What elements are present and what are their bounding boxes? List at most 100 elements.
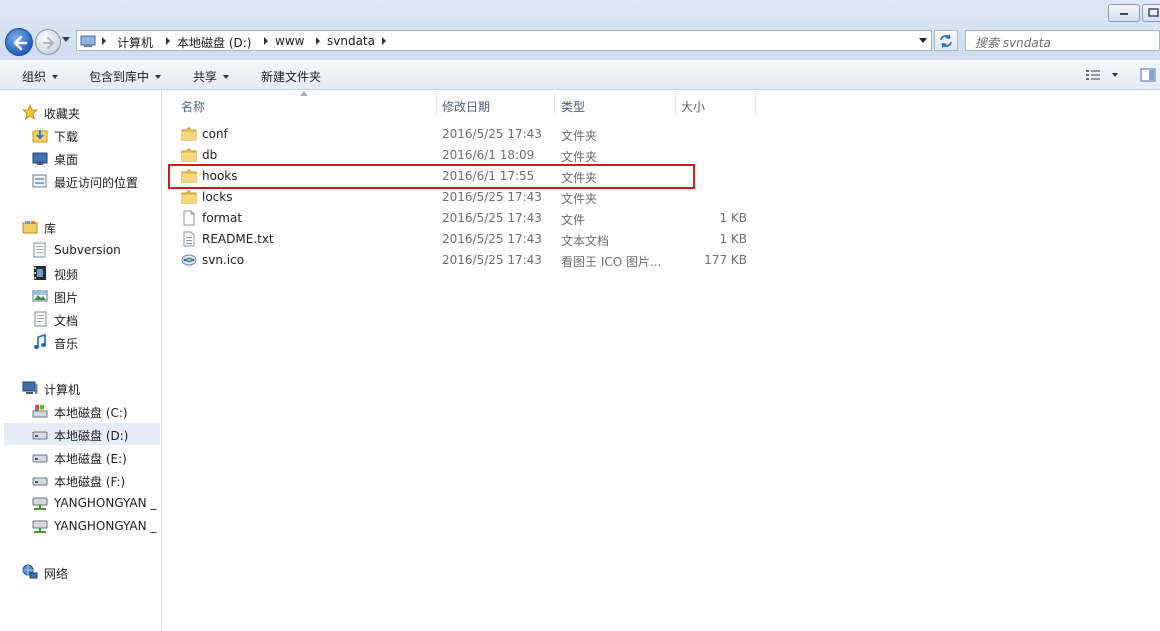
nav-item-subversion[interactable]: Subversion — [32, 239, 157, 261]
file-type: 文件 — [561, 213, 586, 227]
column-header-name[interactable]: 名称 — [181, 98, 205, 115]
nav-item-documents[interactable]: 文档 — [32, 308, 157, 330]
folder-icon — [181, 127, 197, 141]
file-row-locks[interactable]: locks 2016/5/25 17:43 文件夹 — [177, 187, 757, 208]
nav-item-music[interactable]: 音乐 — [32, 331, 157, 353]
back-button[interactable] — [5, 28, 33, 56]
view-dropdown-icon[interactable] — [1112, 73, 1118, 77]
nav-item-label: 视频 — [54, 268, 79, 282]
breadcrumb-item[interactable]: www — [275, 34, 304, 48]
star-icon — [22, 104, 38, 120]
hard-drive-icon — [32, 477, 48, 486]
new-folder-button[interactable]: 新建文件夹 — [261, 68, 321, 85]
nav-libraries-label: 库 — [44, 222, 57, 236]
file-row-format[interactable]: format 2016/5/25 17:43 文件 1 KB — [177, 208, 757, 229]
column-header-type[interactable]: 类型 — [561, 98, 585, 115]
recent-pages-dropdown[interactable] — [62, 37, 70, 42]
nav-network[interactable]: 网络 — [22, 561, 157, 583]
nav-item-drive-c[interactable]: 本地磁盘 (C:) — [32, 400, 157, 422]
column-divider[interactable] — [755, 93, 756, 115]
network-drive-icon — [32, 497, 48, 510]
breadcrumb-separator-icon[interactable] — [382, 37, 386, 45]
nav-item-label: 本地磁盘 (F:) — [54, 475, 126, 489]
arrow-left-icon — [13, 35, 28, 51]
minimize-button[interactable] — [1108, 4, 1140, 22]
navigation-pane: 收藏夹 下载 桌面 最近访问的位置 库 Subversion 视频 图片 文档 … — [0, 90, 162, 631]
breadcrumb-separator-icon[interactable] — [264, 37, 268, 45]
refresh-button[interactable] — [934, 30, 958, 51]
breadcrumb-item[interactable]: 本地磁盘 (D:) — [177, 34, 251, 51]
nav-item-label: YANGHONGYAN _ — [54, 496, 157, 510]
column-divider[interactable] — [436, 93, 437, 115]
breadcrumb-separator-icon[interactable] — [316, 37, 320, 45]
recent-places-icon — [32, 174, 47, 188]
file-row-readme[interactable]: README.txt 2016/5/25 17:43 文本文档 1 KB — [177, 229, 757, 250]
share-label: 共享 — [193, 70, 218, 84]
nav-item-videos[interactable]: 视频 — [32, 262, 157, 284]
search-placeholder: 搜索 svndata — [975, 36, 1051, 50]
organize-label: 组织 — [22, 70, 47, 84]
file-type: 文件夹 — [561, 192, 598, 206]
nav-item-drive-e[interactable]: 本地磁盘 (E:) — [32, 446, 157, 468]
file-type: 文本文档 — [561, 234, 610, 248]
nav-item-label: 本地磁盘 (D:) — [54, 429, 129, 443]
file-name: svn.ico — [202, 253, 245, 267]
forward-button[interactable] — [35, 29, 61, 55]
nav-item-label: Subversion — [54, 243, 121, 257]
column-header-size[interactable]: 大小 — [681, 98, 705, 115]
file-name: db — [202, 148, 218, 162]
sort-up-icon — [300, 91, 308, 96]
file-name: conf — [202, 127, 228, 141]
nav-item-drive-d[interactable]: 本地磁盘 (D:) — [4, 423, 160, 445]
nav-item-pictures[interactable]: 图片 — [32, 285, 157, 307]
include-in-library-button[interactable]: 包含到库中 — [89, 68, 162, 85]
preview-pane-icon[interactable] — [1140, 67, 1156, 83]
nav-item-network-drive-2[interactable]: YANGHONGYAN _ — [32, 515, 160, 537]
address-bar[interactable]: 计算机 本地磁盘 (D:) www svndata — [76, 30, 932, 51]
nav-favorites[interactable]: 收藏夹 — [22, 101, 157, 123]
file-row-svn-ico[interactable]: svn.ico 2016/5/25 17:43 看图王 ICO 图片... 17… — [177, 250, 757, 271]
file-row-db[interactable]: db 2016/6/1 18:09 文件夹 — [177, 145, 757, 166]
nav-item-desktop[interactable]: 桌面 — [32, 147, 157, 169]
view-options-icon[interactable] — [1085, 68, 1101, 82]
file-type: 文件夹 — [561, 150, 598, 164]
nav-item-drive-f[interactable]: 本地磁盘 (F:) — [32, 469, 157, 491]
command-bar: 组织 包含到库中 共享 新建文件夹 — [0, 60, 1160, 90]
file-modified: 2016/5/25 17:43 — [442, 127, 542, 141]
breadcrumb-separator-icon[interactable] — [166, 37, 170, 45]
search-input[interactable]: 搜索 svndata — [965, 30, 1160, 51]
file-row-conf[interactable]: conf 2016/5/25 17:43 文件夹 — [177, 124, 757, 145]
hard-drive-icon — [32, 431, 48, 440]
file-size: 177 KB — [704, 253, 747, 267]
column-header-modified[interactable]: 修改日期 — [442, 98, 490, 115]
breadcrumb-item[interactable]: 计算机 — [117, 34, 153, 51]
nav-favorites-label: 收藏夹 — [44, 107, 81, 121]
chevron-down-icon — [52, 75, 59, 79]
column-divider[interactable] — [554, 93, 555, 115]
minimize-icon — [1120, 13, 1128, 15]
breadcrumb-separator-icon[interactable] — [102, 37, 106, 45]
nav-libraries[interactable]: 库 — [22, 216, 157, 238]
nav-item-network-drive-1[interactable]: YANGHONGYAN _ — [32, 492, 160, 514]
nav-item-downloads[interactable]: 下载 — [32, 124, 157, 146]
column-divider[interactable] — [675, 93, 676, 115]
nav-item-recent-places[interactable]: 最近访问的位置 — [32, 170, 157, 192]
file-name: locks — [202, 190, 233, 204]
address-history-dropdown[interactable] — [919, 38, 927, 43]
share-button[interactable]: 共享 — [193, 68, 230, 85]
nav-computer[interactable]: 计算机 — [22, 377, 157, 399]
new-folder-label: 新建文件夹 — [261, 70, 322, 84]
breadcrumb-item[interactable]: svndata — [327, 34, 375, 48]
file-type: 看图王 ICO 图片... — [561, 255, 662, 269]
computer-icon — [22, 381, 38, 394]
nav-item-label: 音乐 — [54, 337, 79, 351]
organize-button[interactable]: 组织 — [22, 68, 59, 85]
hard-drive-icon — [32, 454, 48, 463]
text-file-icon — [183, 231, 195, 247]
refresh-icon — [940, 34, 952, 48]
maximize-button[interactable] — [1142, 4, 1160, 22]
highlight-box — [168, 164, 695, 189]
nav-item-label: YANGHONGYAN _ — [54, 519, 157, 533]
system-drive-icon — [32, 405, 48, 418]
computer-location-icon — [80, 35, 96, 47]
